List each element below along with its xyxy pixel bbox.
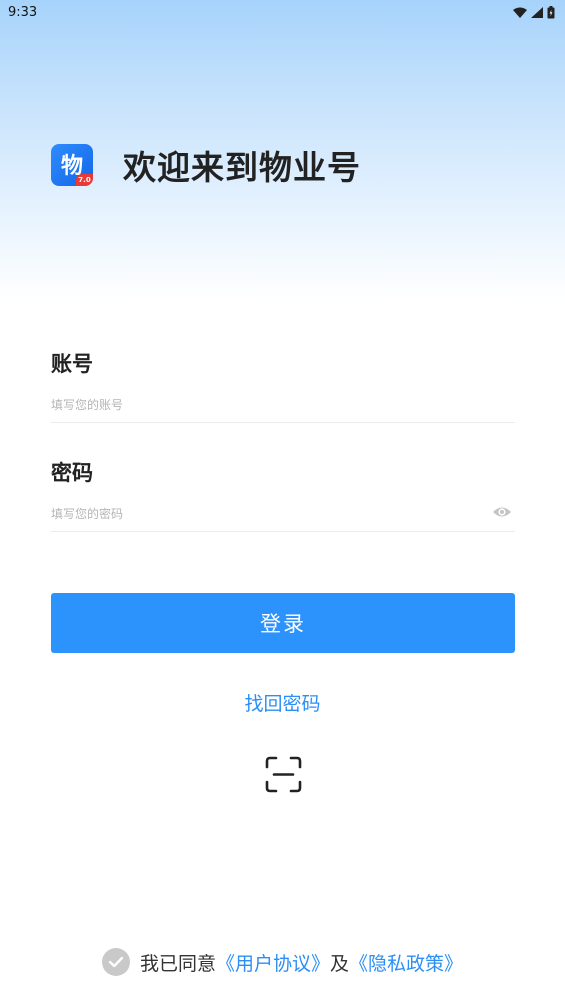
recover-password-link[interactable]: 找回密码 — [0, 689, 565, 716]
password-input[interactable] — [51, 496, 515, 532]
status-bar: 9:33 — [0, 0, 565, 24]
battery-icon — [547, 5, 555, 18]
agreement-prefix: 我已同意 — [139, 952, 216, 975]
password-label: 密码 — [51, 461, 93, 485]
privacy-policy-link[interactable]: 《隐私政策》 — [349, 949, 463, 976]
account-label: 账号 — [51, 352, 93, 376]
signal-icon — [531, 6, 543, 18]
status-time: 9:33 — [8, 4, 38, 20]
agreement-row: 我已同意 《用户协议》 及 《隐私政策》 — [0, 948, 565, 976]
login-screen: 9:33 物 7.0 欢迎来到物业号 账号 密码 登录 — [0, 0, 565, 1004]
agreement-conjunction: 及 — [330, 952, 350, 975]
scan-icon[interactable] — [265, 756, 302, 793]
status-icons — [513, 5, 555, 19]
eye-icon[interactable] — [492, 504, 512, 520]
account-input[interactable] — [51, 387, 515, 423]
user-agreement-link[interactable]: 《用户协议》 — [216, 949, 330, 976]
brand-header: 物 7.0 欢迎来到物业号 — [51, 141, 361, 189]
logo-version-badge: 7.0 — [76, 174, 93, 186]
agreement-check-icon[interactable] — [101, 948, 130, 976]
page-title: 欢迎来到物业号 — [123, 148, 361, 187]
app-logo: 物 7.0 — [51, 144, 93, 186]
login-button[interactable]: 登录 — [51, 593, 515, 653]
wifi-icon — [513, 7, 527, 18]
